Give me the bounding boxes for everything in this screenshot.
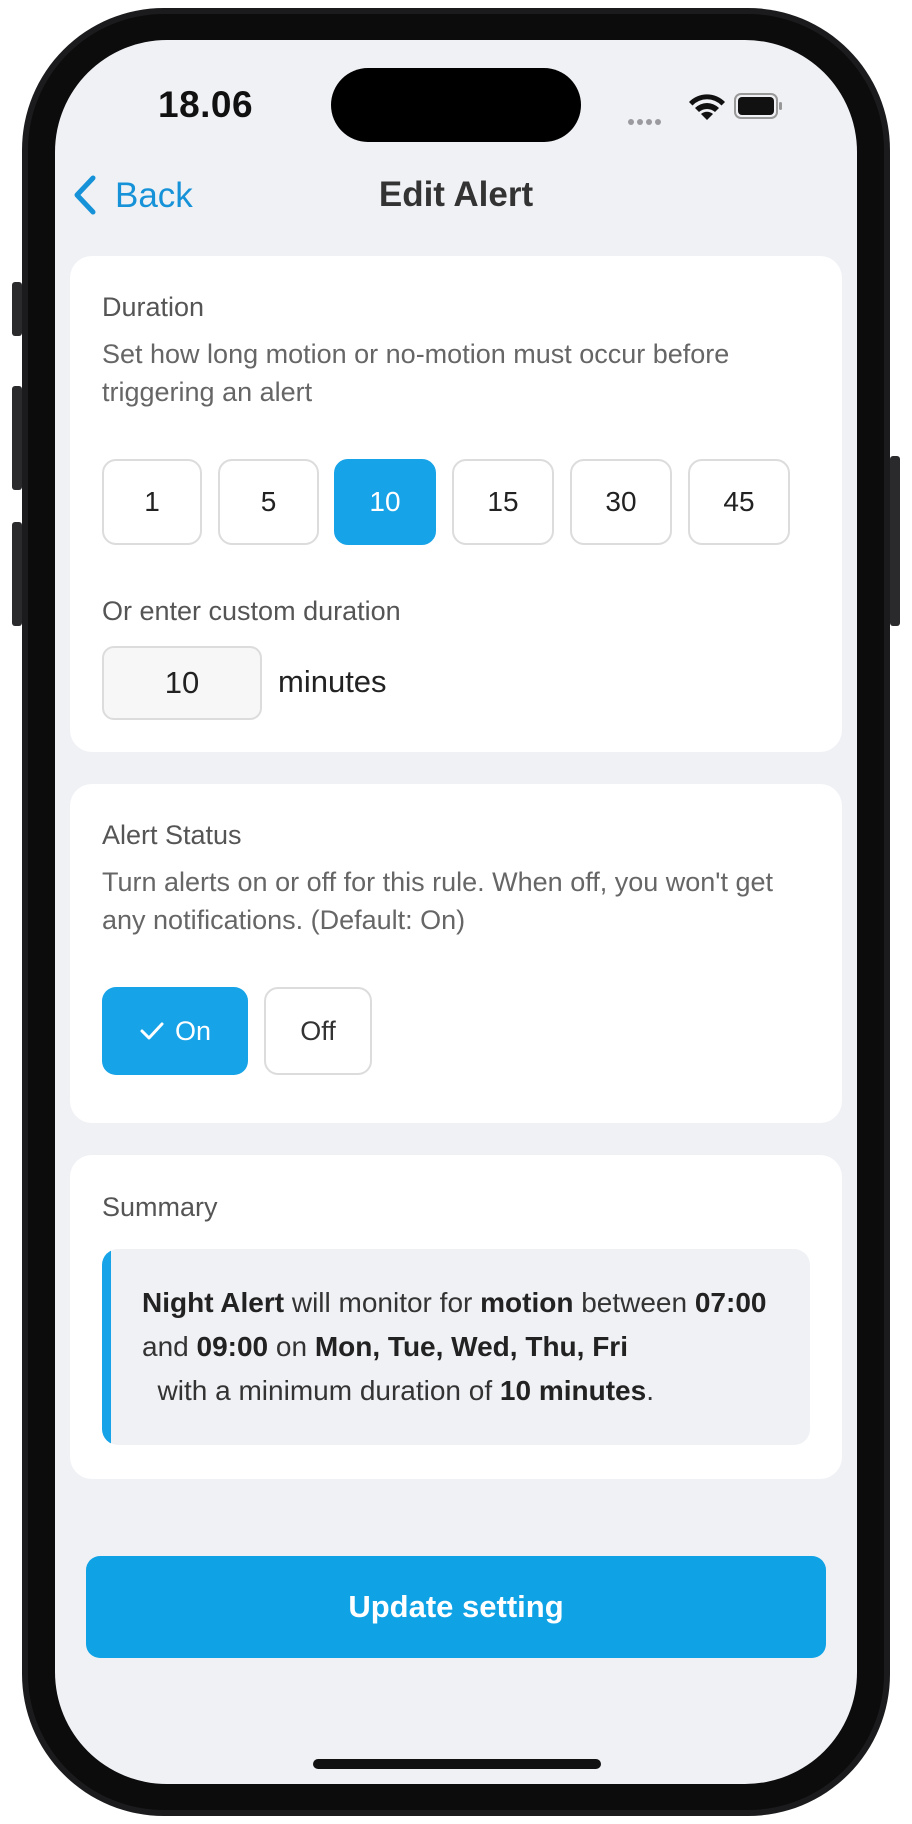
page-title: Edit Alert [378,175,534,214]
summary-start-time: 07:00 [694,1287,767,1318]
duration-option-10[interactable]: 10 [334,459,436,545]
summary-box: Night Alert will monitor for motion betw… [102,1249,810,1445]
custom-duration-label: Or enter custom duration [102,596,401,626]
duration-option-5[interactable]: 5 [218,459,319,545]
summary-end-time: 09:00 [196,1331,269,1362]
screen: 18.06 Back Edit Alert Duration Set how l… [55,40,857,1784]
summary-heading: Summary [102,1192,218,1222]
summary-text: Night Alert will monitor for motion betw… [142,1287,767,1406]
duration-option-45[interactable]: 45 [688,459,790,545]
home-indicator [313,1759,601,1769]
summary-accent-bar [102,1249,111,1445]
summary-alert-name: Night Alert [142,1287,285,1318]
wifi-icon [689,94,725,120]
update-setting-button[interactable]: Update setting [86,1556,826,1658]
dynamic-island [331,68,581,142]
duration-description: Set how long motion or no-motion must oc… [102,339,730,407]
duration-option-15[interactable]: 15 [452,459,554,545]
duration-option-30[interactable]: 30 [570,459,672,545]
power-button [890,456,900,626]
checkmark-icon [140,1022,164,1040]
status-on-label: On [174,1015,212,1046]
status-on-button[interactable]: On [102,987,248,1075]
summary-days: Mon, Tue, Wed, Thu, Fri [314,1331,628,1362]
summary-min-duration: 10 minutes [499,1375,647,1406]
alert-status-description: Turn alerts on or off for this rule. Whe… [102,867,773,935]
status-off-button[interactable]: Off [264,987,372,1075]
summary-trigger: motion [480,1287,574,1318]
duration-unit-label: minutes [278,664,387,699]
alert-status-heading: Alert Status [102,820,242,850]
volume-down-button [12,522,22,626]
status-time: 18.06 [158,84,254,125]
signal-dots-icon [628,112,670,125]
custom-duration-input[interactable] [102,646,262,720]
duration-heading: Duration [102,292,205,322]
mute-switch [12,282,22,336]
battery-icon [734,93,782,119]
duration-option-1[interactable]: 1 [102,459,202,545]
volume-up-button [12,386,22,490]
